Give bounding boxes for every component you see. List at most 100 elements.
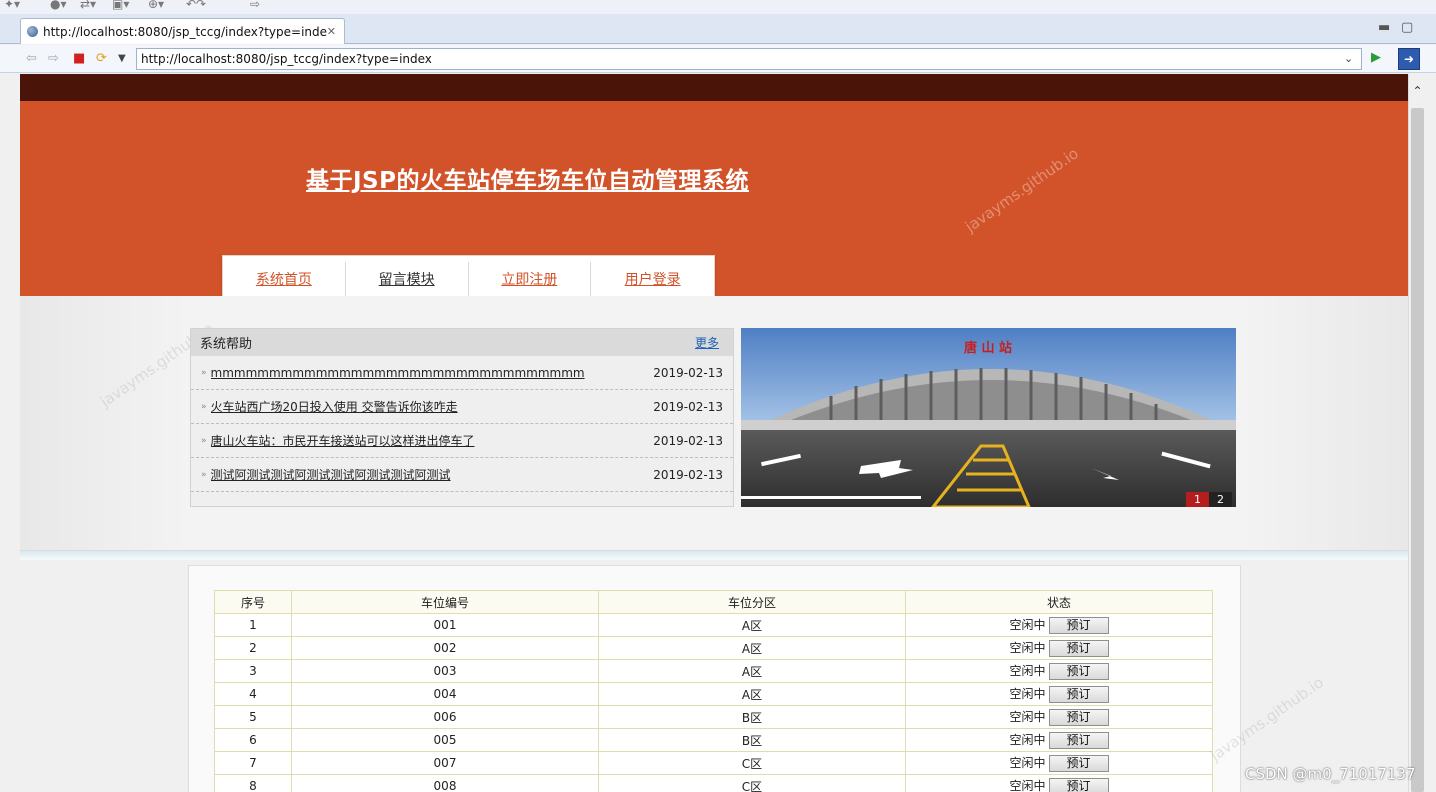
parking-section: 序号 车位编号 车位分区 状态 1 001 A区 空闲中 预订 2 002 A区…	[20, 560, 1408, 792]
double-arrow-icon: »	[201, 401, 207, 412]
vertical-scrollbar[interactable]: ⌃	[1408, 74, 1426, 792]
double-arrow-icon: »	[201, 367, 207, 378]
cell-code: 007	[291, 751, 599, 775]
minimize-icon[interactable]: ▬	[1378, 20, 1390, 35]
help-item-date: 2019-02-13	[653, 365, 723, 380]
status-text: 空闲中	[1009, 779, 1046, 792]
site-title[interactable]: 基于JSP的火车站停车场车位自动管理系统	[306, 161, 749, 195]
help-item-link[interactable]: 测试阿测试测试阿测试测试阿测试测试阿测试	[211, 466, 654, 483]
cell-code: 004	[291, 682, 599, 706]
help-panel-header: 系统帮助 更多	[191, 329, 733, 356]
table-row: 7 007 C区 空闲中 预订	[214, 751, 1213, 775]
toolbar-forward-icon[interactable]: ⇨	[250, 0, 260, 11]
cell-status: 空闲中 预订	[905, 636, 1213, 660]
help-item-link[interactable]: 火车站西广场20日投入使用 交警告诉你该咋走	[211, 398, 654, 415]
cell-no: 2	[214, 636, 292, 660]
close-icon[interactable]: ✕	[327, 25, 336, 38]
station-photo: 唐 山 站	[741, 328, 1236, 507]
nav-login[interactable]: 用户登录	[591, 262, 714, 296]
status-text: 空闲中	[1009, 618, 1046, 632]
help-item: » 火车站西广场20日投入使用 交警告诉你该咋走 2019-02-13	[191, 390, 733, 424]
station-sign: 唐 山 站	[964, 340, 1012, 356]
more-link[interactable]: 更多	[695, 334, 719, 351]
slide-dot-1[interactable]: 1	[1186, 492, 1209, 507]
cell-code: 002	[291, 636, 599, 660]
double-arrow-icon: »	[201, 469, 207, 480]
cell-status: 空闲中 预订	[905, 705, 1213, 729]
cell-zone: C区	[598, 751, 906, 775]
help-item-link[interactable]: 唐山火车站：市民开车接送站可以这样进出停车了	[211, 432, 654, 449]
book-button[interactable]: 预订	[1048, 778, 1109, 792]
toolbar-save-icon[interactable]: ▣▾	[112, 0, 129, 11]
book-button[interactable]: 预订	[1048, 617, 1109, 634]
tab-title: http://localhost:8080/jsp_tccg/index?typ…	[43, 24, 327, 39]
ide-toolbar: ✦▾ ●▾ ⇄▾ ▣▾ ⊕▾ ↶↷ ⇨	[0, 0, 1436, 14]
address-bar: ⇦ ⇨ ■ ⟳ ▼ ⌄ ▶ ➜	[0, 45, 1436, 73]
cell-status: 空闲中 预订	[905, 774, 1213, 792]
cell-zone: A区	[598, 613, 906, 637]
header-zone: 车位分区	[598, 590, 906, 614]
browser-menu-icon[interactable]: ➜	[1398, 48, 1420, 70]
globe-icon	[27, 26, 38, 37]
site-header: 基于JSP的火车站停车场车位自动管理系统 系统首页 留言模块 立即注册 用户登录…	[20, 101, 1408, 303]
cell-code: 001	[291, 613, 599, 637]
table-row: 5 006 B区 空闲中 预订	[214, 705, 1213, 729]
refresh-icon[interactable]: ⟳	[96, 51, 107, 66]
history-dropdown-icon[interactable]: ▼	[118, 53, 126, 64]
nav-messages[interactable]: 留言模块	[346, 262, 469, 296]
nav-home[interactable]: 系统首页	[223, 262, 346, 296]
cell-zone: B区	[598, 728, 906, 752]
toolbar-build-icon[interactable]: ⊕▾	[148, 0, 164, 11]
book-button[interactable]: 预订	[1048, 755, 1109, 772]
parking-table: 序号 车位编号 车位分区 状态 1 001 A区 空闲中 预订 2 002 A区…	[214, 590, 1213, 792]
back-arrow-icon[interactable]: ⇦	[26, 51, 37, 66]
chevron-down-icon[interactable]: ⌄	[1344, 52, 1353, 65]
cell-no: 4	[214, 682, 292, 706]
scroll-up-icon[interactable]: ⌃	[1409, 84, 1426, 98]
slide-indicators: 1 2	[1186, 492, 1232, 507]
toolbar-debug-icon[interactable]: ●▾	[50, 0, 67, 11]
help-item-date: 2019-02-13	[653, 399, 723, 414]
table-row: 4 004 A区 空闲中 预订	[214, 682, 1213, 706]
toolbar-refresh-icon[interactable]: ⇄▾	[80, 0, 96, 11]
table-row: 6 005 B区 空闲中 预订	[214, 728, 1213, 752]
cell-zone: B区	[598, 705, 906, 729]
help-item-link[interactable]: mmmmmmmmmmmmmmmmmmmmmmmmmmmmmmmm	[211, 366, 654, 380]
table-row: 8 008 C区 空闲中 预订	[214, 774, 1213, 792]
status-text: 空闲中	[1009, 641, 1046, 655]
status-text: 空闲中	[1009, 664, 1046, 678]
header-status: 状态	[905, 590, 1213, 614]
station-banner[interactable]: 唐 山 站 1 2	[741, 328, 1236, 507]
go-icon[interactable]: ▶	[1371, 50, 1381, 65]
status-text: 空闲中	[1009, 710, 1046, 724]
help-panel: 系统帮助 更多 » mmmmmmmmmmmmmmmmmmmmmmmmmmmmmm…	[190, 328, 734, 507]
browser-tab[interactable]: http://localhost:8080/jsp_tccg/index?typ…	[20, 18, 345, 44]
table-header-row: 序号 车位编号 车位分区 状态	[214, 590, 1213, 614]
book-button[interactable]: 预订	[1048, 686, 1109, 703]
book-button[interactable]: 预订	[1048, 709, 1109, 726]
status-text: 空闲中	[1009, 733, 1046, 747]
nav-register[interactable]: 立即注册	[469, 262, 592, 296]
section-divider	[20, 550, 1408, 560]
status-text: 空闲中	[1009, 687, 1046, 701]
book-button[interactable]: 预订	[1048, 732, 1109, 749]
cell-code: 005	[291, 728, 599, 752]
book-button[interactable]: 预订	[1048, 640, 1109, 657]
toolbar-back-icon[interactable]: ↶↷	[186, 0, 206, 11]
forward-arrow-icon[interactable]: ⇨	[48, 51, 59, 66]
cell-no: 1	[214, 613, 292, 637]
csdn-watermark: CSDN @m0_71017137	[1245, 765, 1416, 783]
cell-status: 空闲中 预订	[905, 751, 1213, 775]
header-code: 车位编号	[291, 590, 599, 614]
toolbar-run-icon[interactable]: ✦▾	[4, 0, 20, 11]
url-input[interactable]	[136, 48, 1362, 70]
stop-icon[interactable]: ■	[73, 51, 85, 66]
table-row: 3 003 A区 空闲中 预订	[214, 659, 1213, 683]
book-button[interactable]: 预订	[1048, 663, 1109, 680]
maximize-icon[interactable]: ▢	[1401, 20, 1413, 35]
help-item-date: 2019-02-13	[653, 467, 723, 482]
scroll-thumb[interactable]	[1411, 108, 1424, 792]
slide-dot-2[interactable]: 2	[1209, 492, 1232, 507]
top-strip	[20, 74, 1408, 101]
header-no: 序号	[214, 590, 292, 614]
